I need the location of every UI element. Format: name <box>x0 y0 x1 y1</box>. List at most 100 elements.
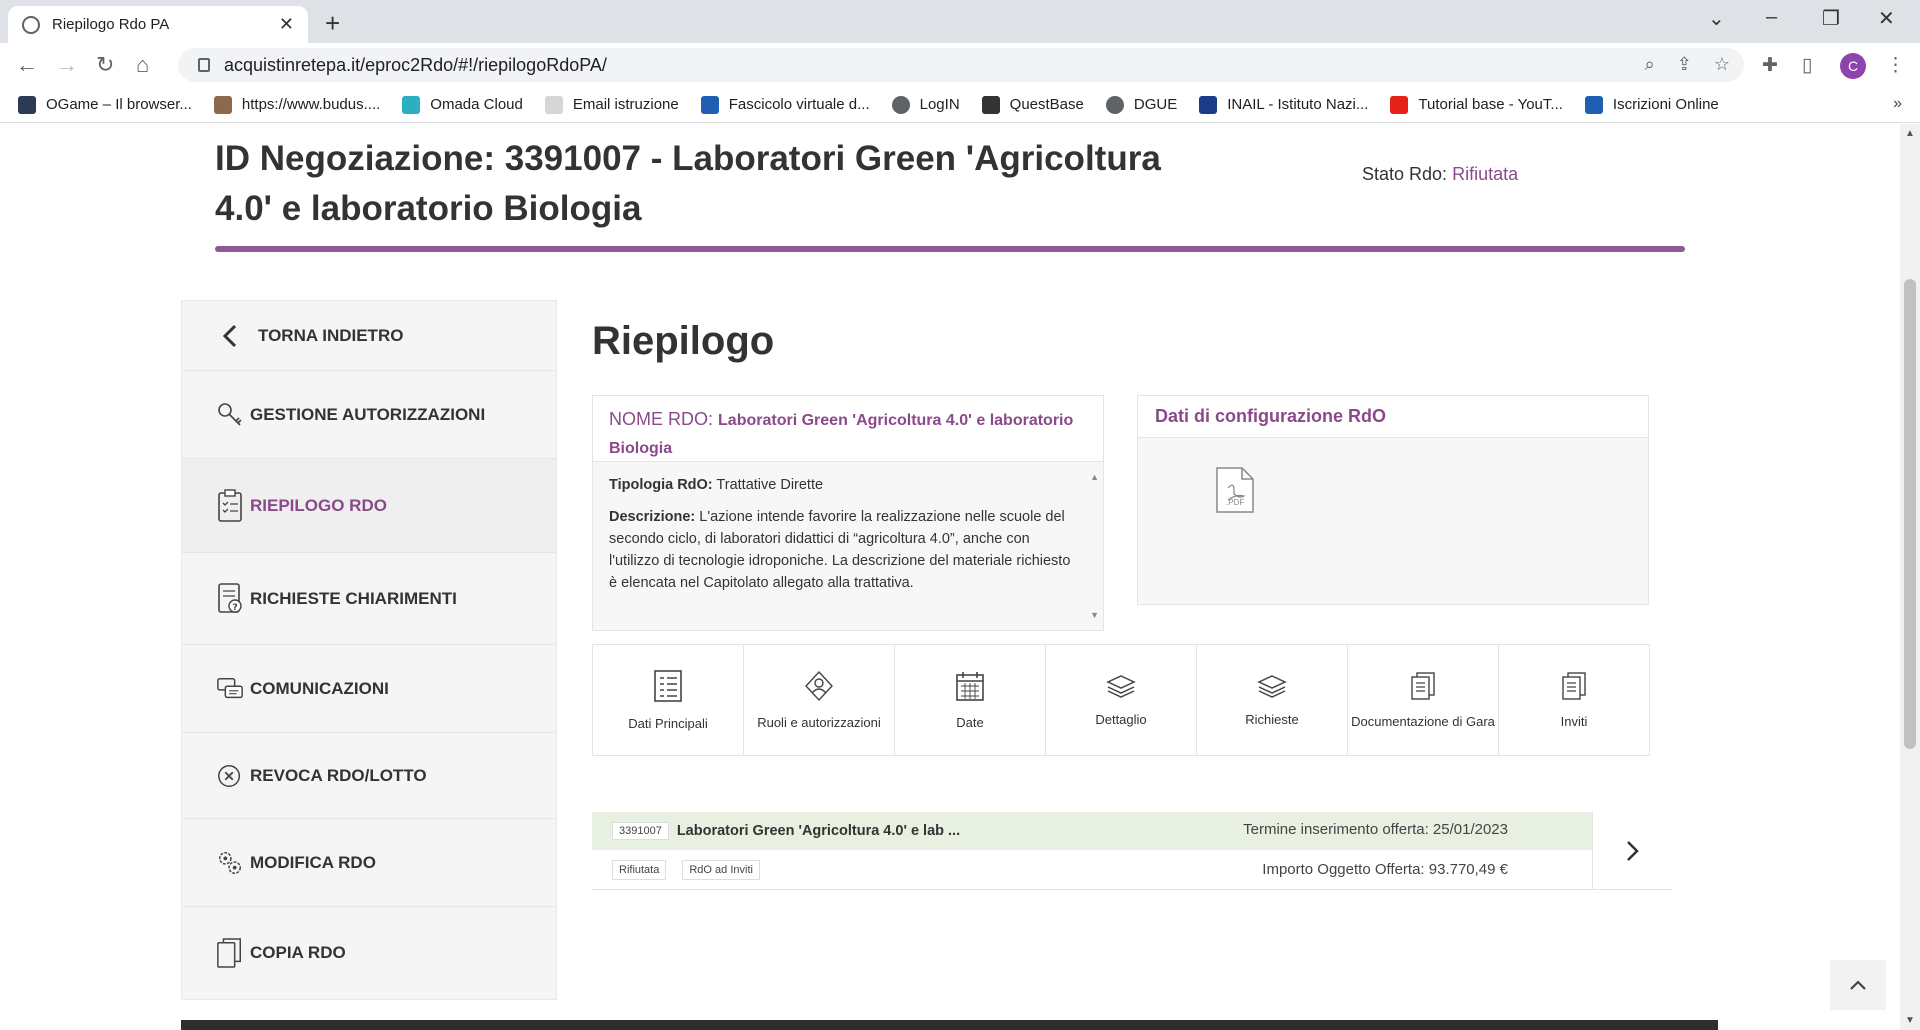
tile-dati-principali[interactable]: Dati Principali <box>593 645 744 755</box>
page-scrollbar[interactable]: ▲ ▼ <box>1900 124 1920 1030</box>
section-heading: Riepilogo <box>592 319 775 363</box>
restore-icon[interactable]: ❐ <box>1822 6 1840 31</box>
descrizione-row: Descrizione: L'azione intende favorire l… <box>609 506 1073 594</box>
page-title: ID Negoziazione: 3391007 - Laboratori Gr… <box>215 139 1161 228</box>
gears-icon <box>216 849 244 877</box>
chevron-left-icon <box>216 322 244 350</box>
sidebar-item-gestione-autorizzazioni[interactable]: GESTIONE AUTORIZZAZIONI <box>182 371 556 459</box>
new-tab-button[interactable]: + <box>325 8 340 39</box>
star-icon[interactable]: ☆ <box>1714 54 1730 75</box>
address-bar[interactable]: acquistinretepa.it/eproc2Rdo/#!/riepilog… <box>178 48 1744 82</box>
bookmark-item[interactable]: Iscrizioni Online <box>1584 95 1719 114</box>
scrollbar-thumb[interactable] <box>1904 279 1916 749</box>
tab-title: Riepilogo Rdo PA <box>52 16 170 33</box>
side-panel-icon[interactable]: ▯ <box>1802 54 1812 77</box>
sidebar-item-modifica-rdo[interactable]: MODIFICA RDO <box>182 819 556 907</box>
youtube-icon <box>1390 95 1409 114</box>
bookmark-item[interactable]: Omada Cloud <box>402 95 523 114</box>
forward-icon[interactable]: → <box>56 52 78 78</box>
bookmark-label: Omada Cloud <box>430 96 523 113</box>
tipologia-label: Tipologia RdO: <box>609 477 713 493</box>
bookmark-item[interactable]: QuestBase <box>981 95 1084 114</box>
globe-icon <box>891 95 910 114</box>
tile-dettaglio[interactable]: Dettaglio <box>1046 645 1197 755</box>
questbase-icon <box>981 95 1000 114</box>
bookmark-item[interactable]: https://www.budus.... <box>213 95 381 114</box>
tipologia-row: Tipologia RdO: Trattative Dirette <box>609 474 1073 496</box>
tile-date[interactable]: Date <box>895 645 1046 755</box>
reload-icon[interactable]: ↻ <box>96 52 114 78</box>
menu-icon[interactable]: ⋮ <box>1886 54 1905 77</box>
sidebar-item-riepilogo-rdo[interactable]: RIEPILOGO RDO <box>182 459 556 553</box>
tile-label: Dati Principali <box>628 716 708 731</box>
extensions-icon[interactable]: ✚ <box>1762 54 1778 77</box>
scroll-up-icon[interactable]: ▲ <box>1905 128 1915 139</box>
nome-rdo-card: NOME RDO: Laboratori Green 'Agricoltura … <box>592 395 1104 631</box>
bookmark-label: https://www.budus.... <box>241 96 381 113</box>
bookmark-label: LogIN <box>919 96 960 113</box>
url-text: acquistinretepa.it/eproc2Rdo/#!/riepilog… <box>224 54 607 75</box>
sidebar-item-label: RICHIESTE CHIARIMENTI <box>250 588 457 608</box>
scroll-to-top-button[interactable] <box>1830 960 1886 1010</box>
sidebar-item-comunicazioni[interactable]: COMUNICAZIONI <box>182 645 556 733</box>
bookmark-item[interactable]: DGUE <box>1105 95 1178 114</box>
tile-documentazione-gara[interactable]: Documentazione di Gara <box>1348 645 1499 755</box>
sidebar-item-revoca-rdo-lotto[interactable]: REVOCA RDO/LOTTO <box>182 733 556 819</box>
tile-inviti[interactable]: Inviti <box>1499 645 1649 755</box>
sidebar-item-torna-indietro[interactable]: TORNA INDIETRO <box>182 301 556 371</box>
tipologia-value: Trattative Dirette <box>716 477 824 493</box>
window-close-icon[interactable]: ✕ <box>1878 6 1895 31</box>
globe-icon <box>1105 95 1124 114</box>
sidebar-item-copia-rdo[interactable]: COPIA RDO <box>182 907 556 999</box>
share-icon[interactable]: ⇪ <box>1677 54 1692 75</box>
close-icon[interactable]: ✕ <box>279 14 294 35</box>
rdo-id-badge: 3391007 <box>612 822 669 840</box>
wifi-icon <box>402 95 421 114</box>
bookmark-item[interactable]: Fascicolo virtuale d... <box>700 95 870 114</box>
back-icon[interactable]: ← <box>16 52 38 78</box>
rdo-name: Laboratori Green 'Agricoltura 4.0' e lab… <box>676 823 961 839</box>
sidebar-item-richieste-chiarimenti[interactable]: ? RICHIESTE CHIARIMENTI <box>182 553 556 645</box>
bookmark-item[interactable]: Email istruzione <box>544 95 679 114</box>
scroll-up-icon[interactable]: ▲ <box>1090 466 1099 488</box>
rdo-list-item[interactable]: 3391007 Laboratori Green 'Agricoltura 4.… <box>592 812 1672 890</box>
scroll-down-icon[interactable]: ▼ <box>1905 1015 1915 1026</box>
home-icon[interactable]: ⌂ <box>136 52 149 78</box>
tile-label: Inviti <box>1560 714 1588 729</box>
bookmark-item[interactable]: Tutorial base - YouT... <box>1390 95 1563 114</box>
bookmark-label: Iscrizioni Online <box>1612 96 1719 113</box>
nome-rdo-body[interactable]: Tipologia RdO: Trattative Dirette Descri… <box>593 462 1103 630</box>
footer-bar <box>181 1020 1718 1030</box>
avatar[interactable]: C <box>1840 53 1866 79</box>
bookmarks-bar: OGame – Il browser... https://www.budus..… <box>0 87 1920 123</box>
nome-rdo-header: NOME RDO: Laboratori Green 'Agricoltura … <box>593 396 1103 462</box>
bookmark-label: QuestBase <box>1009 96 1084 113</box>
sidebar-item-label: COPIA RDO <box>250 943 346 962</box>
more-bookmarks-icon[interactable]: » <box>1893 95 1902 113</box>
chevron-right-icon[interactable] <box>1592 812 1672 890</box>
minimize-icon[interactable]: – <box>1766 6 1777 29</box>
bookmark-label: Email istruzione <box>572 96 679 113</box>
pdf-icon[interactable]: .PDF <box>1214 466 1256 519</box>
scroll-down-icon[interactable]: ▼ <box>1090 604 1099 626</box>
bookmark-label: DGUE <box>1133 96 1178 113</box>
sidebar-item-label: REVOCA RDO/LOTTO <box>250 765 427 785</box>
browser-tab[interactable]: Riepilogo Rdo PA ✕ <box>8 6 308 43</box>
zoom-icon[interactable]: ⌕ <box>1645 54 1655 75</box>
sidebar-item-label: COMUNICAZIONI <box>250 678 389 698</box>
tab-search-icon[interactable]: ⌄ <box>1708 6 1725 31</box>
descrizione-label: Descrizione: <box>609 509 696 525</box>
bookmark-item[interactable]: LogIN <box>891 95 960 114</box>
tile-richieste[interactable]: Richieste <box>1197 645 1348 755</box>
bookmark-label: Tutorial base - YouT... <box>1418 96 1563 113</box>
stato-value: Rifiutata <box>1452 164 1519 184</box>
bookmark-item[interactable]: INAIL - Istituto Nazi... <box>1199 95 1368 114</box>
bookmark-item[interactable]: OGame – Il browser... <box>18 95 192 114</box>
bookmark-label: Fascicolo virtuale d... <box>728 96 870 113</box>
sidebar-item-label: GESTIONE AUTORIZZAZIONI <box>250 404 486 424</box>
sidebar-item-label: RIEPILOGO RDO <box>250 495 387 515</box>
rdo-row-top: 3391007 Laboratori Green 'Agricoltura 4.… <box>592 812 1592 850</box>
summary-tiles: Dati Principali Ruoli e autorizzazioni D… <box>592 644 1650 756</box>
rdo-row-bottom: Rifiutata RdO ad Inviti Importo Oggetto … <box>592 850 1592 890</box>
tile-ruoli-autorizzazioni[interactable]: Ruoli e autorizzazioni <box>744 645 895 755</box>
